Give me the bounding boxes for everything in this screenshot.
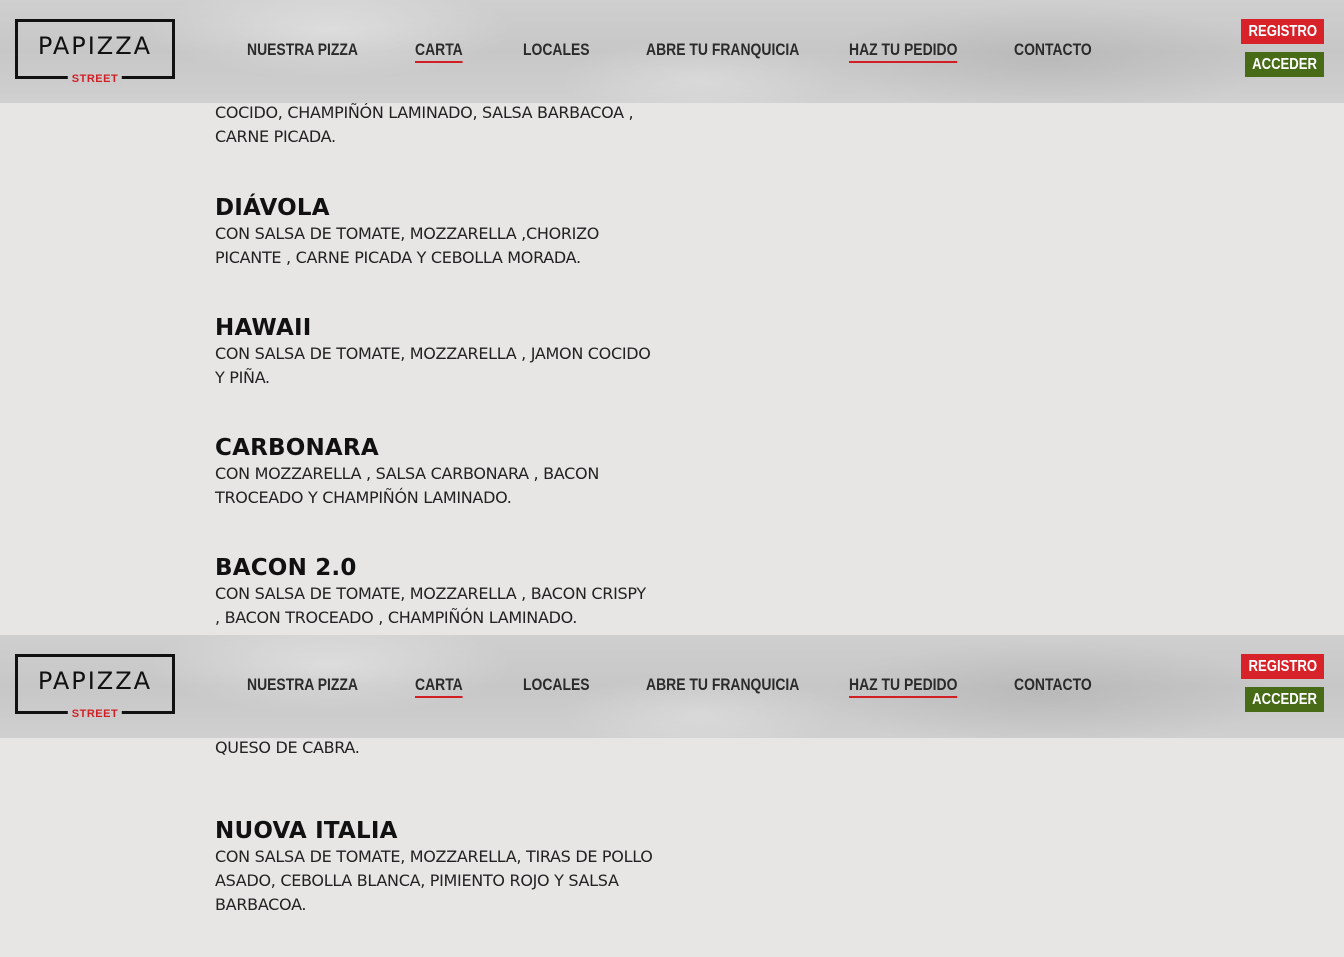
pizza-description: COCIDO, CHAMPIÑÓN LAMINADO, SALSA BARBAC… — [215, 103, 634, 146]
pizza-name: NUOVA ITALIA — [215, 818, 398, 844]
nav-abre-tu-franquicia[interactable]: ABRE TU FRANQUICIA — [646, 675, 799, 695]
nav-contacto[interactable]: CONTACTO — [1014, 675, 1092, 695]
nav-carta[interactable]: CARTA — [415, 675, 463, 698]
logo[interactable]: PAPIZZA STREET — [15, 654, 175, 720]
site-header: PAPIZZA STREET NUESTRA PIZZA CARTA LOCAL… — [0, 0, 1344, 103]
registro-label: REGISTRO — [1248, 23, 1318, 40]
menu-item-carbonara: CARBONARA CON MOZZARELLA , SALSA CARBONA… — [215, 434, 655, 510]
pizza-description: CON SALSA DE TOMATE, MOZZARELLA , JAMON … — [215, 344, 651, 387]
nav-contacto[interactable]: CONTACTO — [1014, 40, 1092, 60]
pizza-description: CON SALSA DE TOMATE, MOZZARELLA ,CHORIZO… — [215, 224, 600, 267]
page-viewport-top: PAPIZZA STREET NUESTRA PIZZA CARTA LOCAL… — [0, 0, 1344, 635]
nav-locales[interactable]: LOCALES — [523, 675, 590, 695]
registro-label: REGISTRO — [1248, 658, 1318, 675]
registro-button[interactable]: REGISTRO — [1241, 19, 1324, 44]
nav-carta[interactable]: CARTA — [415, 40, 463, 63]
logo-text: PAPIZZA — [37, 32, 153, 60]
pizza-name: HAWAII — [215, 315, 312, 341]
acceder-label: ACCEDER — [1252, 56, 1318, 73]
logo-text: PAPIZZA — [37, 667, 153, 695]
acceder-button[interactable]: ACCEDER — [1245, 687, 1324, 712]
logo[interactable]: PAPIZZA STREET — [15, 19, 175, 85]
logo-subtext: STREET — [67, 708, 123, 720]
nav-haz-tu-pedido[interactable]: HAZ TU PEDIDO — [849, 675, 958, 698]
pizza-name: DIÁVOLA — [215, 195, 330, 221]
menu-item-bacon: BACON 2.0 CON SALSA DE TOMATE, MOZZARELL… — [215, 554, 655, 630]
menu-item-diavola: DIÁVOLA CON SALSA DE TOMATE, MOZZARELLA … — [215, 194, 655, 270]
pizza-name: CARBONARA — [215, 435, 379, 461]
nav-abre-tu-franquicia[interactable]: ABRE TU FRANQUICIA — [646, 40, 799, 60]
acceder-button[interactable]: ACCEDER — [1245, 52, 1324, 77]
registro-button[interactable]: REGISTRO — [1241, 654, 1324, 679]
nav-locales[interactable]: LOCALES — [523, 40, 590, 60]
pizza-name: BACON 2.0 — [215, 555, 357, 581]
acceder-label: ACCEDER — [1252, 691, 1318, 708]
site-header: PAPIZZA STREET NUESTRA PIZZA CARTA LOCAL… — [0, 635, 1344, 738]
page-viewport-bottom: PAPIZZA STREET NUESTRA PIZZA CARTA LOCAL… — [0, 635, 1344, 957]
nav-nuestra-pizza[interactable]: NUESTRA PIZZA — [247, 40, 358, 60]
nav-haz-tu-pedido[interactable]: HAZ TU PEDIDO — [849, 40, 958, 63]
pizza-description: CON MOZZARELLA , SALSA CARBONARA , BACON… — [215, 464, 599, 507]
menu-item-nuova-italia: NUOVA ITALIA CON SALSA DE TOMATE, MOZZAR… — [215, 817, 655, 917]
pizza-description: CON SALSA DE TOMATE, MOZZARELLA, TIRAS D… — [215, 847, 653, 914]
menu-item-hawaii: HAWAII CON SALSA DE TOMATE, MOZZARELLA ,… — [215, 314, 655, 390]
logo-subtext: STREET — [67, 73, 123, 85]
nav-nuestra-pizza[interactable]: NUESTRA PIZZA — [247, 675, 358, 695]
pizza-description: CON SALSA DE TOMATE, MOZZARELLA , BACON … — [215, 584, 646, 627]
